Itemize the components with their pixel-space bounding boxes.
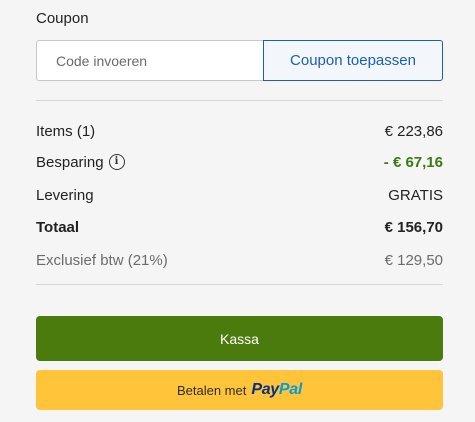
total-value: € 156,70 <box>384 218 443 236</box>
coupon-label: Coupon <box>36 10 89 27</box>
paypal-button[interactable]: Betalen met PayPal <box>36 370 443 410</box>
savings-label-group: Besparing i <box>36 154 125 171</box>
total-row: Totaal € 156,70 <box>36 216 443 238</box>
coupon-row: Coupon toepassen <box>36 40 443 81</box>
excl-vat-value: € 129,50 <box>384 251 443 269</box>
excl-vat-label: Exclusief btw (21%) <box>36 251 168 269</box>
paypal-logo-pay: Pay <box>251 381 279 398</box>
delivery-value: GRATIS <box>388 186 443 204</box>
divider <box>36 284 443 285</box>
excl-vat-row: Exclusief btw (21%) € 129,50 <box>36 249 443 271</box>
checkout-button[interactable]: Kassa <box>36 316 443 361</box>
savings-value: - € 67,16 <box>383 153 443 171</box>
paypal-logo: PayPal <box>251 381 302 399</box>
delivery-row: Levering GRATIS <box>36 184 443 206</box>
apply-coupon-button[interactable]: Coupon toepassen <box>263 40 443 81</box>
paypal-logo-pal: Pal <box>278 381 303 398</box>
items-value: € 223,86 <box>384 122 443 140</box>
savings-row: Besparing i - € 67,16 <box>36 151 443 173</box>
delivery-label: Levering <box>36 186 94 204</box>
paypal-prefix: Betalen met <box>176 382 247 398</box>
total-label: Totaal <box>36 218 80 236</box>
coupon-code-input[interactable] <box>36 40 263 81</box>
items-label: Items (1) <box>36 122 96 140</box>
savings-label: Besparing <box>36 153 104 171</box>
divider <box>36 100 443 101</box>
items-row: Items (1) € 223,86 <box>36 120 443 142</box>
info-circle-icon[interactable]: i <box>108 154 125 170</box>
